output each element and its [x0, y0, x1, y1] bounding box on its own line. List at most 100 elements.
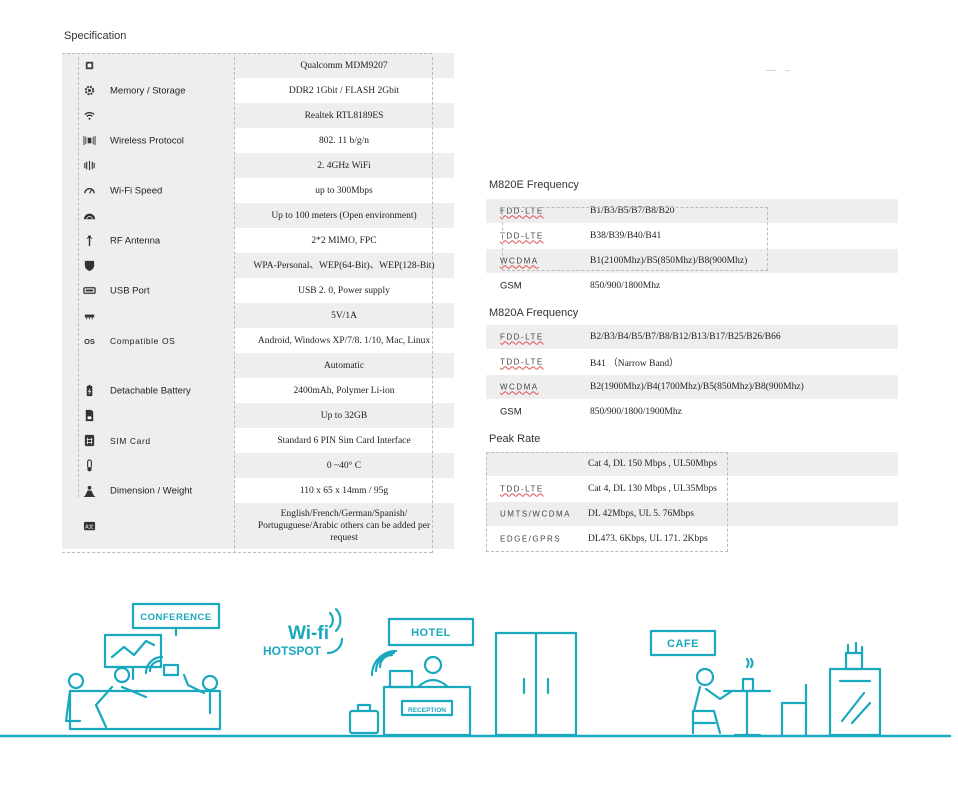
- spec-row: USB Port USB 2. 0, Power supply: [62, 278, 454, 303]
- spec-row: Dimension / Weight 110 x 65 x 14mm / 95g: [62, 478, 454, 503]
- spec-label-cell: Wi-Fi Speed: [62, 178, 234, 203]
- svg-text:OS: OS: [84, 337, 95, 346]
- band-label: FDD-LTE: [500, 332, 544, 342]
- spec-row: Up to 100 meters (Open environment): [62, 203, 454, 228]
- spec-label-cell: [62, 253, 234, 278]
- spec-value: Android, Windows XP/7/8. 1/10, Mac, Linu…: [234, 328, 454, 353]
- chip-icon: [82, 59, 96, 73]
- m820a-row: GSM 850/900/1800/1900Mhz: [486, 400, 898, 424]
- band-label: TDD-LTE: [500, 357, 544, 367]
- m820a-row: FDD-LTE B2/B3/B4/B5/B7/B8/B12/B13/B17/B25…: [486, 325, 898, 349]
- language-icon: A文: [82, 519, 96, 533]
- spec-label: SIM Card: [110, 435, 151, 446]
- presentation-screen: [103, 633, 163, 669]
- battery-icon: [82, 384, 96, 398]
- dimension-weight-icon: [82, 484, 96, 498]
- spec-label: RF Antenna: [110, 235, 161, 246]
- spec-table: Qualcomm MDM9207 Memory / Storage DDR2 1Gb…: [62, 53, 454, 553]
- hotspot-logo-text: HOTSPOT: [263, 644, 322, 658]
- os-icon: OS: [82, 334, 96, 348]
- spec-label-cell: [62, 153, 234, 178]
- spec-value: Realtek RTL8189ES: [234, 103, 454, 128]
- spec-label-cell: OS Compatible OS: [62, 328, 234, 353]
- spec-row: Automatic: [62, 353, 454, 378]
- spec-row: 5V/1A: [62, 303, 454, 328]
- receptionist-head: [423, 655, 443, 675]
- antenna-icon: [82, 234, 96, 248]
- guide-line: [62, 53, 432, 54]
- spec-value: DDR2 1Gbit / FLASH 2Gbit: [234, 78, 454, 103]
- gear-icon: [82, 84, 96, 98]
- band-value: 850/900/1800Mhz: [590, 281, 661, 291]
- spec-value: Automatic: [234, 353, 454, 378]
- band-value: 850/900/1800/1900Mhz: [590, 407, 682, 417]
- spec-label: Memory / Storage: [110, 85, 186, 96]
- spec-value: Up to 100 meters (Open environment): [234, 203, 454, 228]
- spec-value: 2*2 MIMO, FPC: [234, 228, 454, 253]
- moon-icon: [82, 359, 96, 373]
- wifi-logo-arcs: [326, 607, 344, 655]
- sim-card-icon: [82, 434, 96, 448]
- decor-dash: [766, 70, 776, 71]
- spec-label: Detachable Battery: [110, 385, 191, 396]
- spec-label-cell: [62, 403, 234, 428]
- spec-value: Up to 32GB: [234, 403, 454, 428]
- spec-label-cell: USB Port: [62, 278, 234, 303]
- spec-value: 0 ~40° C: [234, 453, 454, 478]
- spec-value: 2. 4GHz WiFi: [234, 153, 454, 178]
- spec-label-cell: RF Antenna: [62, 228, 234, 253]
- reception-label: RECEPTION: [408, 707, 446, 714]
- m820e-table: FDD-LTE B1/B3/B5/B7/B8/B20 TDD-LTE B38/B39/…: [486, 199, 898, 299]
- shield-icon: [82, 259, 96, 273]
- m820e-row: GSM 850/900/1800Mhz: [486, 274, 898, 298]
- radio-waves-icon: [82, 159, 96, 173]
- spec-value: WPA-Personal、WEP(64-Bit)、WEP(128-Bit): [234, 253, 454, 278]
- spec-value: 5V/1A: [234, 303, 454, 328]
- spec-label: Compatible OS: [110, 335, 176, 346]
- spec-label: Dimension / Weight: [110, 485, 193, 496]
- spec-label-cell: [62, 453, 234, 478]
- guide-line: [78, 57, 79, 497]
- m820a-row: TDD-LTE B41 （Narrow Band）: [486, 350, 898, 374]
- decor-dash: [785, 70, 790, 71]
- band-value: B2/B3/B4/B5/B7/B8/B12/B13/B17/B25/B26/B6…: [590, 332, 781, 342]
- spec-value: 802. 11 b/g/n: [234, 128, 454, 153]
- spec-row: A文 English/French/German/Spanish/ Portugu…: [62, 503, 454, 549]
- guide-line: [432, 57, 433, 553]
- spec-label-cell: [62, 203, 234, 228]
- spec-row: Realtek RTL8189ES: [62, 103, 454, 128]
- cafe-counter: [828, 667, 882, 737]
- spec-row: OS Compatible OS Android, Windows XP/7/8. …: [62, 328, 454, 353]
- m820a-row: WCDMA B2(1900Mhz)/B4(1700Mhz)/B5(850Mhz)/…: [486, 375, 898, 399]
- hotel-label: HOTEL: [411, 627, 451, 639]
- power-plug-icon: [82, 309, 96, 323]
- spec-label-cell: Memory / Storage: [62, 78, 234, 103]
- m820a-title: M820A Frequency: [489, 307, 579, 319]
- usb-port-icon: [82, 284, 96, 298]
- cafe-label: CAFE: [667, 638, 699, 650]
- spec-label-cell: [62, 53, 234, 78]
- spec-value: up to 300Mbps: [234, 178, 454, 203]
- guide-box: [486, 452, 728, 552]
- person-head: [67, 672, 85, 690]
- conference-label: CONFERENCE: [140, 612, 212, 623]
- band-value: B2(1900Mhz)/B4(1700Mhz)/B5(850Mhz)/B8(90…: [590, 382, 804, 392]
- spec-row: Wireless Protocol 802. 11 b/g/n: [62, 128, 454, 153]
- spec-value: Standard 6 PIN Sim Card Interface: [234, 428, 454, 453]
- spec-row: Up to 32GB: [62, 403, 454, 428]
- spec-label-cell: [62, 303, 234, 328]
- peak-rate-title: Peak Rate: [489, 433, 541, 445]
- spec-value: English/French/German/Spanish/ Portugugu…: [234, 503, 454, 549]
- spec-label-cell: SIM Card: [62, 428, 234, 453]
- wifi-logo-text: Wi-fi: [288, 623, 329, 644]
- guide-line: [234, 57, 235, 553]
- spec-value: USB 2. 0, Power supply: [234, 278, 454, 303]
- spec-label-cell: [62, 353, 234, 378]
- sd-card-icon: [82, 409, 96, 423]
- range-arc-icon: [82, 209, 96, 223]
- spec-label-cell: A文: [62, 503, 234, 549]
- band-label: GSM: [500, 406, 522, 418]
- wifi-icon: [82, 109, 96, 123]
- spec-label: Wi-Fi Speed: [110, 185, 163, 196]
- guide-box: [502, 207, 768, 271]
